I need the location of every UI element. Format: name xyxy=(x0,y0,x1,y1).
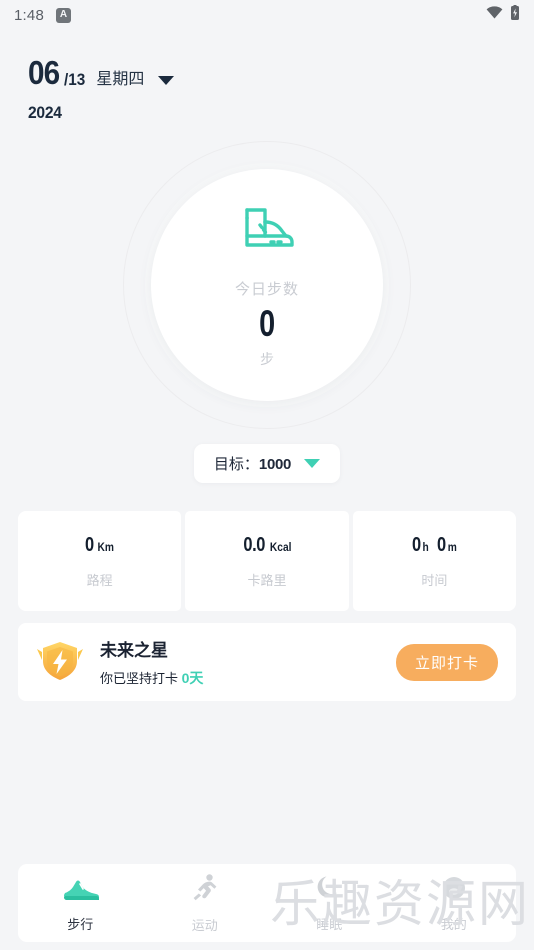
checkin-card: 未来之星 你已坚持打卡 0天 立即打卡 xyxy=(18,623,516,701)
distance-number: 0 xyxy=(85,534,94,556)
app-badge-icon: A xyxy=(56,7,71,23)
running-person-icon xyxy=(190,873,220,908)
step-counter-card[interactable]: 今日步数 0 步 xyxy=(151,169,383,401)
sneaker-icon xyxy=(61,874,100,907)
stat-card-time[interactable]: 0h0m 时间 xyxy=(352,511,516,611)
nav-item-exercise[interactable]: 运动 xyxy=(143,873,268,934)
nav-label-exercise: 运动 xyxy=(191,917,218,933)
stat-card-calories[interactable]: 0.0 Kcal 卡路里 xyxy=(185,511,349,611)
time-hours-unit: h xyxy=(422,540,430,554)
status-indicators xyxy=(486,4,520,26)
wifi-icon xyxy=(486,6,503,24)
checkin-title: 未来之星 xyxy=(100,641,168,660)
nav-label-walk: 步行 xyxy=(67,916,94,932)
goal-label: 目标：1000 xyxy=(213,456,292,473)
shoe-icon xyxy=(236,201,298,256)
date-day: 06 xyxy=(28,54,60,91)
step-unit: 步 xyxy=(260,351,274,368)
stat-value: 0.0 Kcal xyxy=(185,535,348,555)
date-row: 06 /13 星期四 xyxy=(28,56,534,89)
date-header[interactable]: 06 /13 星期四 2024 xyxy=(0,30,534,123)
time-label: 时间 xyxy=(421,573,448,588)
distance-label: 路程 xyxy=(86,573,113,588)
date-weekday: 星期四 xyxy=(96,71,145,88)
battery-charging-icon xyxy=(510,4,520,26)
status-time: 1:48 xyxy=(14,6,44,24)
time-hours-number: 0 xyxy=(411,534,421,556)
chevron-down-icon[interactable] xyxy=(158,76,175,85)
app-screen: 1:48 A 06 /13 星期四 2024 今日步数 0 步 目标：1000 … xyxy=(0,0,534,950)
stat-card-distance[interactable]: 0 Km 路程 xyxy=(18,511,182,611)
nav-item-walk[interactable]: 步行 xyxy=(18,874,143,933)
checkin-days: 0天 xyxy=(181,670,204,686)
calories-label: 卡路里 xyxy=(247,573,287,588)
distance-unit: Km xyxy=(97,540,114,554)
goal-value: 1000 xyxy=(258,456,292,473)
nav-item-sleep[interactable]: 睡眠 xyxy=(267,874,392,933)
chevron-down-icon[interactable] xyxy=(304,459,321,468)
calories-unit: Kcal xyxy=(269,540,292,554)
step-value: 0 xyxy=(259,302,275,344)
checkin-button[interactable]: 立即打卡 xyxy=(395,643,498,681)
calories-number: 0.0 xyxy=(243,534,265,556)
moon-icon xyxy=(315,874,343,907)
progress-ring-track: 今日步数 0 步 xyxy=(123,141,411,429)
checkin-subtitle: 你已坚持打卡 0天 xyxy=(100,670,204,686)
stats-row: 0 Km 路程 0.0 Kcal 卡路里 0h0m 时间 xyxy=(18,511,516,611)
stat-value: 0 Km xyxy=(18,535,181,555)
nav-item-profile[interactable]: 我的 xyxy=(392,874,517,933)
date-year: 2024 xyxy=(28,103,62,122)
goal-section: 目标：1000 xyxy=(0,444,534,483)
goal-selector[interactable]: 目标：1000 xyxy=(193,444,341,483)
shield-lightning-badge-icon xyxy=(34,636,86,688)
checkin-text: 未来之星 你已坚持打卡 0天 xyxy=(100,636,203,688)
status-bar: 1:48 A xyxy=(0,0,534,30)
nav-label-profile: 我的 xyxy=(440,916,467,932)
step-ring-section: 今日步数 0 步 xyxy=(0,141,534,429)
stat-value: 0h0m xyxy=(353,535,516,555)
date-month: /13 xyxy=(63,70,85,89)
time-minutes-unit: m xyxy=(448,540,458,554)
step-label: 今日步数 xyxy=(234,280,299,298)
bottom-nav: 步行 运动 睡眠 我的 xyxy=(18,864,516,942)
nav-label-sleep: 睡眠 xyxy=(316,916,343,932)
time-minutes-number: 0 xyxy=(436,534,446,556)
profile-icon xyxy=(440,874,468,907)
